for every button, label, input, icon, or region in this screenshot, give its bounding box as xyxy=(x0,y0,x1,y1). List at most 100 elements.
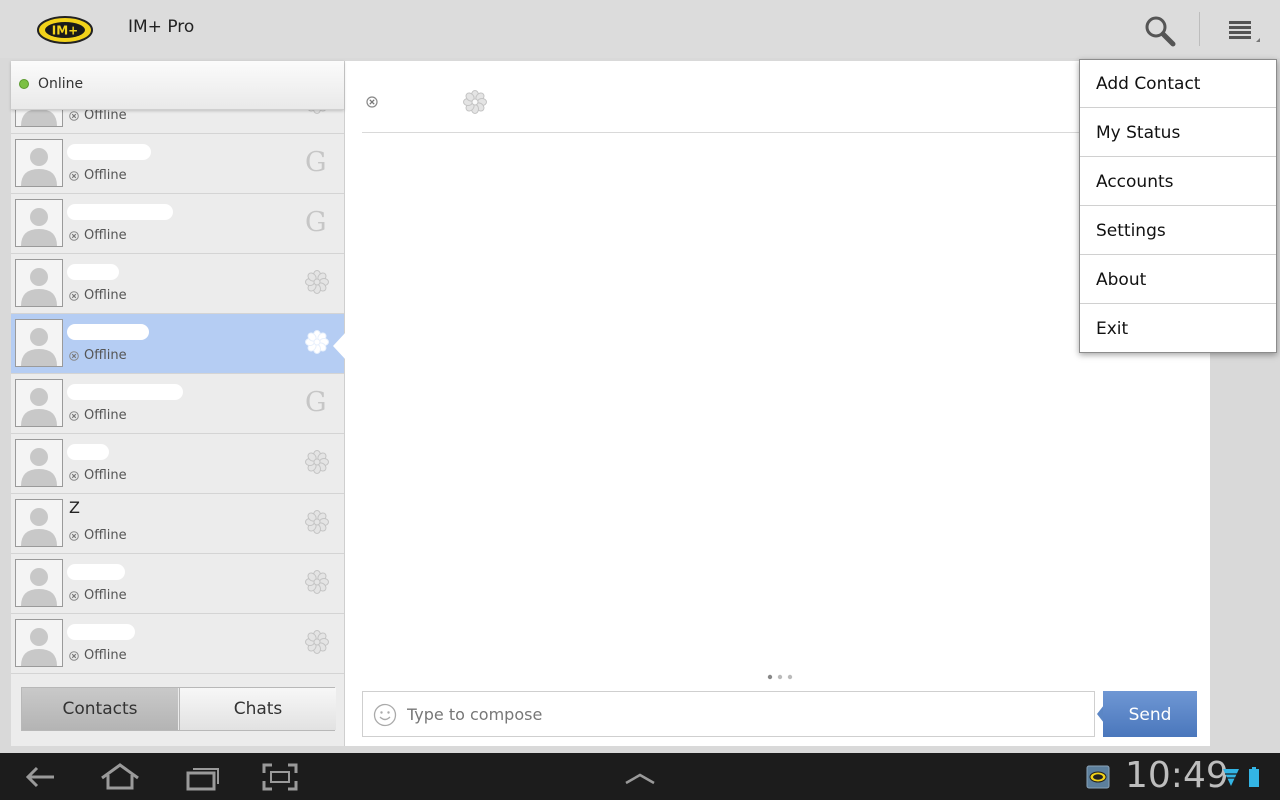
avatar-placeholder-icon xyxy=(16,440,62,486)
avatar-placeholder-icon xyxy=(16,200,62,246)
emoticon-icon[interactable] xyxy=(373,703,397,727)
recent-apps-button[interactable] xyxy=(180,761,224,793)
contact-row[interactable]: Offline xyxy=(11,434,344,494)
contact-row[interactable]: Offline xyxy=(11,254,344,314)
offline-icon xyxy=(69,531,79,541)
avatar-placeholder-icon xyxy=(16,320,62,366)
screenshot-button[interactable] xyxy=(258,761,302,793)
offline-icon xyxy=(69,591,79,601)
offline-icon xyxy=(69,231,79,241)
menu-item-accounts[interactable]: Accounts xyxy=(1080,158,1276,206)
search-icon xyxy=(1145,16,1176,47)
icq-flower-icon xyxy=(305,630,329,654)
chevron-up-icon xyxy=(625,773,655,785)
contact-status: Offline xyxy=(84,168,127,183)
battery-icon xyxy=(1248,765,1260,789)
page-indicator xyxy=(767,674,793,680)
menu-item-add-contact[interactable]: Add Contact xyxy=(1080,60,1276,108)
icq-flower-icon xyxy=(463,90,487,114)
overflow-menu: Add Contact My Status Accounts Settings … xyxy=(1079,59,1277,353)
home-button[interactable] xyxy=(98,761,142,793)
icq-flower-icon xyxy=(305,510,329,534)
avatar xyxy=(15,319,63,367)
avatar xyxy=(15,259,63,307)
menu-item-my-status[interactable]: My Status xyxy=(1080,109,1276,157)
recent-apps-icon xyxy=(186,768,219,791)
contact-row[interactable]: Offline xyxy=(11,314,344,374)
redacted-name xyxy=(67,204,173,220)
send-button[interactable]: Send xyxy=(1103,691,1197,737)
avatar-placeholder-icon xyxy=(16,260,62,306)
redacted-name xyxy=(67,624,135,640)
system-clock: 10:49 xyxy=(1125,755,1229,796)
contact-row[interactable]: Offline xyxy=(11,614,344,674)
avatar xyxy=(15,379,63,427)
tab-chats[interactable]: Chats xyxy=(179,688,336,730)
back-button[interactable] xyxy=(18,761,62,793)
back-icon xyxy=(25,766,54,788)
avatar xyxy=(15,439,63,487)
compose-input[interactable] xyxy=(407,700,1077,728)
contact-status: Offline xyxy=(84,408,127,423)
overflow-menu-icon xyxy=(1229,21,1260,42)
redacted-name xyxy=(67,444,109,460)
menu-item-settings[interactable]: Settings xyxy=(1080,207,1276,255)
offline-icon xyxy=(69,111,79,121)
overflow-menu-button[interactable] xyxy=(1220,12,1262,48)
compose-box xyxy=(362,691,1095,737)
search-button[interactable] xyxy=(1140,12,1180,48)
screenshot-icon xyxy=(262,763,298,791)
avatar xyxy=(15,109,63,127)
action-bar-divider xyxy=(1199,12,1200,46)
offline-icon xyxy=(366,96,378,108)
tab-contacts[interactable]: Contacts xyxy=(22,688,178,730)
redacted-name xyxy=(67,264,119,280)
google-talk-icon: G xyxy=(305,147,327,178)
app-title: IM+ Pro xyxy=(128,17,195,37)
contact-row[interactable]: Offline G xyxy=(11,374,344,434)
google-talk-icon: G xyxy=(305,207,327,238)
app-logo[interactable]: IM+ xyxy=(36,14,94,46)
home-icon xyxy=(101,763,139,790)
contact-name: Z xyxy=(69,498,80,517)
contact-row[interactable]: Z Offline xyxy=(11,494,344,554)
online-status-dot xyxy=(19,79,29,89)
avatar xyxy=(15,199,63,247)
redacted-name xyxy=(67,144,151,160)
avatar xyxy=(15,559,63,607)
contact-row[interactable]: Offline xyxy=(11,554,344,614)
avatar-placeholder-icon xyxy=(16,500,62,546)
offline-icon xyxy=(69,651,79,661)
contact-status: Offline xyxy=(84,648,127,663)
contact-row[interactable]: Offline xyxy=(11,109,344,134)
contact-row[interactable]: Offline G xyxy=(11,194,344,254)
wifi-icon xyxy=(1222,765,1240,789)
offline-icon xyxy=(69,471,79,481)
contact-row[interactable]: Offline G xyxy=(11,134,344,194)
notifications-expand-button[interactable] xyxy=(618,761,662,793)
logo-text: IM+ xyxy=(52,24,78,38)
im-notification-icon[interactable] xyxy=(1086,765,1110,789)
redacted-name xyxy=(67,384,183,400)
contact-status: Offline xyxy=(84,228,127,243)
menu-item-exit[interactable]: Exit xyxy=(1080,305,1276,353)
menu-item-about[interactable]: About xyxy=(1080,256,1276,304)
contact-status: Offline xyxy=(84,468,127,483)
avatar-placeholder-icon xyxy=(16,109,62,126)
redacted-name xyxy=(67,564,125,580)
contact-list[interactable]: Offline Offline G Offline G Offline Offline Off… xyxy=(11,109,344,674)
avatar xyxy=(15,499,63,547)
avatar xyxy=(15,619,63,667)
contact-status: Offline xyxy=(84,348,127,363)
redacted-name xyxy=(67,324,149,340)
system-bar: 10:49 xyxy=(0,753,1280,800)
icq-flower-icon xyxy=(305,330,329,354)
contacts-panel: Online Offline Offline G Offline G Offline Off… xyxy=(11,61,345,746)
google-talk-icon: G xyxy=(305,387,327,418)
avatar-placeholder-icon xyxy=(16,620,62,666)
my-status-bar[interactable]: Online xyxy=(11,61,344,110)
offline-icon xyxy=(69,171,79,181)
offline-icon xyxy=(69,411,79,421)
contact-status: Offline xyxy=(84,109,127,123)
panel-tabs: Contacts Chats xyxy=(21,687,336,731)
